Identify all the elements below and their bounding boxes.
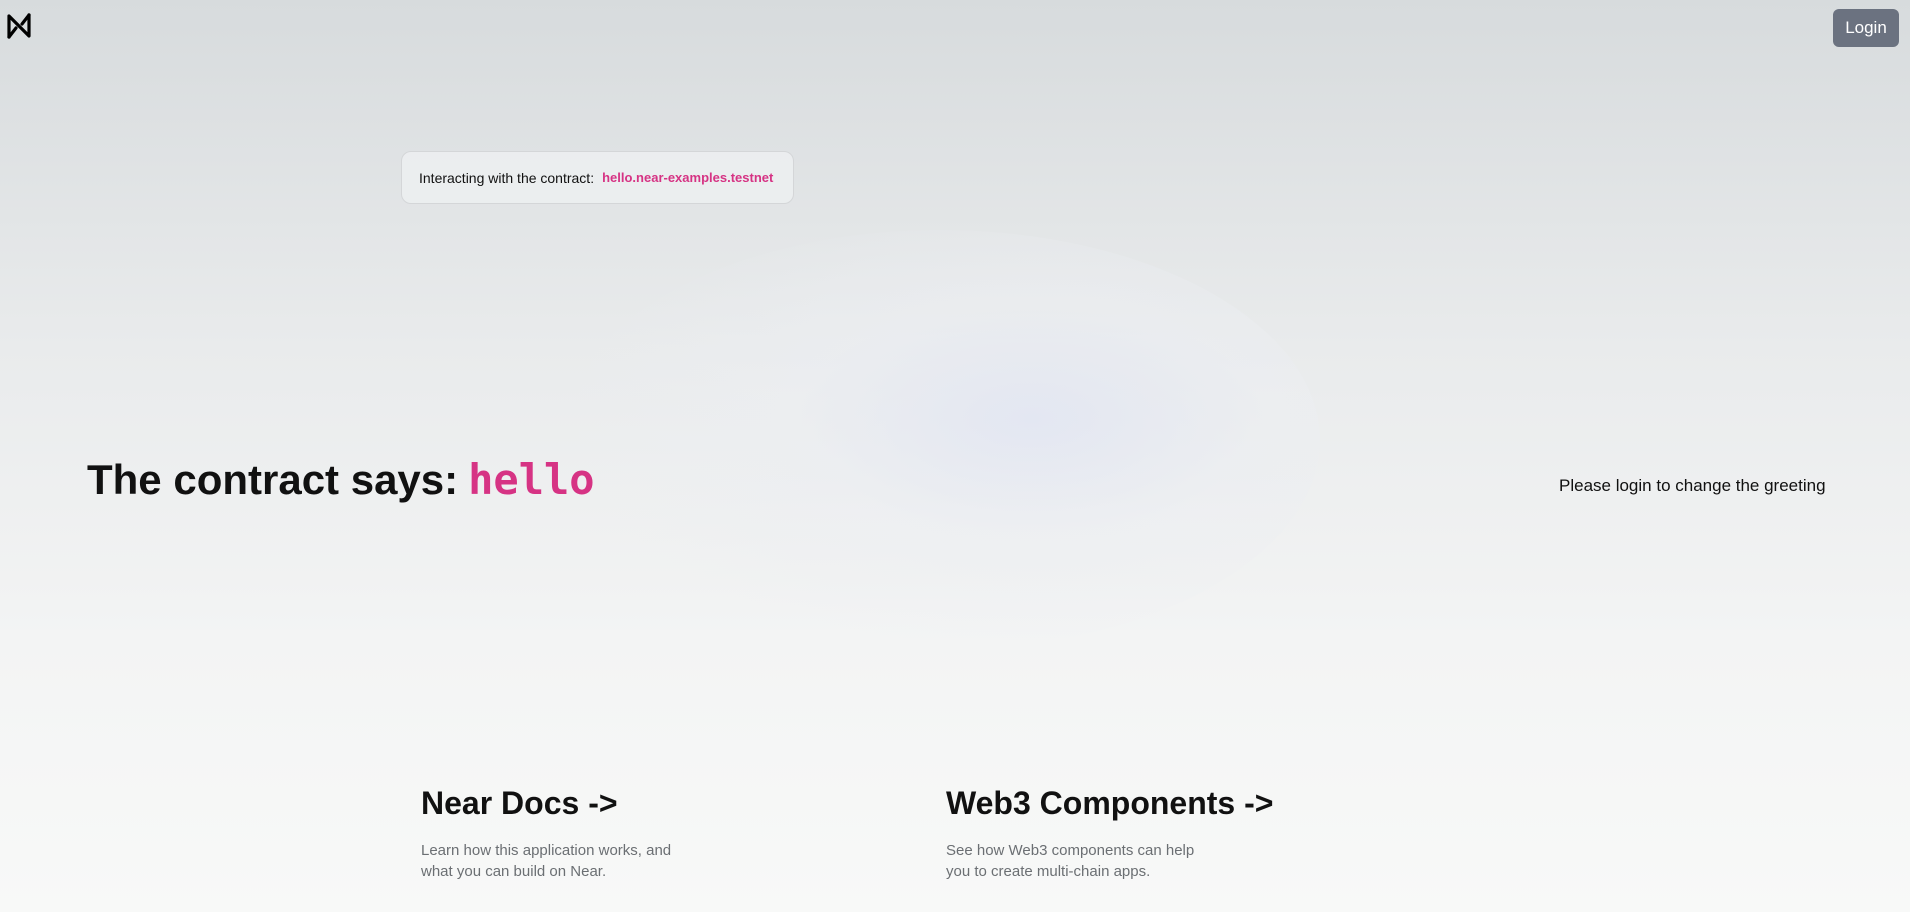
web3-components-card[interactable]: Web3 Components -> See how Web3 componen…	[946, 780, 1273, 882]
greeting-heading: The contract says: hello	[87, 455, 595, 504]
background-glow	[560, 230, 1320, 650]
contract-info-box: Interacting with the contract: hello.nea…	[401, 151, 794, 204]
greeting-value: hello	[468, 455, 595, 504]
card-title: Web3 Components ->	[946, 785, 1274, 821]
card-title: Near Docs ->	[421, 785, 618, 821]
contract-label: Interacting with the contract:	[419, 169, 595, 186]
near-docs-card[interactable]: Near Docs -> Learn how this application …	[421, 780, 691, 882]
greeting-prefix: The contract says:	[87, 456, 459, 503]
card-description: Learn how this application works, and wh…	[421, 842, 672, 880]
login-hint-text: Please login to change the greeting	[1559, 476, 1826, 495]
near-logo-icon[interactable]	[5, 12, 33, 40]
near-logo-svg	[7, 13, 31, 39]
login-button[interactable]: Login	[1833, 9, 1899, 47]
contract-id: hello.near-examples.testnet	[602, 170, 774, 185]
card-description: See how Web3 components can help you to …	[946, 842, 1195, 880]
